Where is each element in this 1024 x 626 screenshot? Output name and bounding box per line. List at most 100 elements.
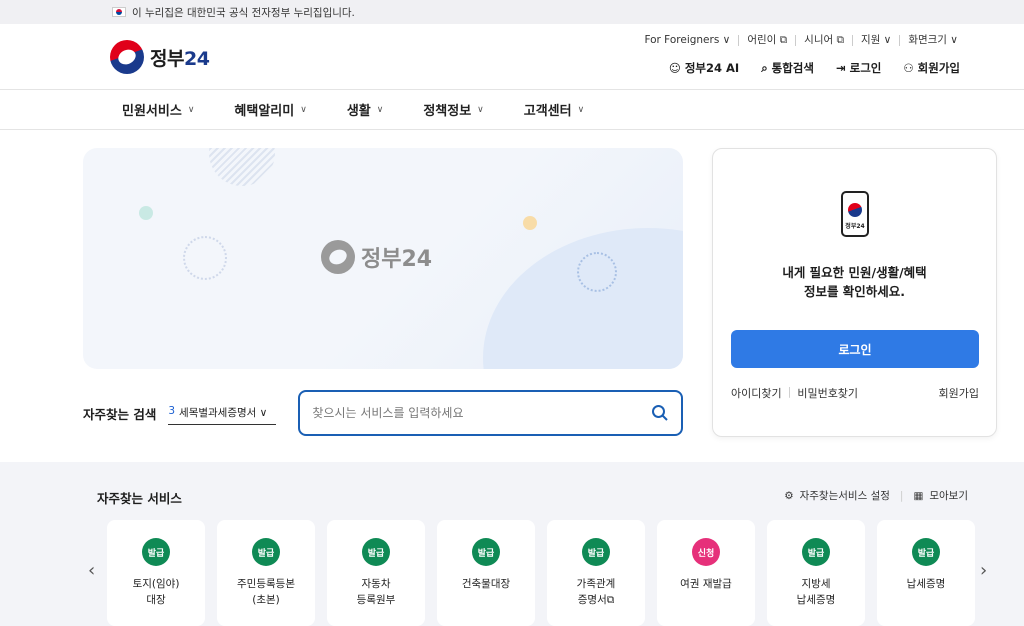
service-badge: 발급: [472, 538, 500, 566]
service-label: 지방세 납세증명: [796, 578, 836, 606]
service-label: 토지(임야) 대장: [132, 578, 180, 606]
util-senior[interactable]: 시니어 ⧉: [795, 35, 852, 46]
popular-search-select[interactable]: 3 세목별과세증명서 ∨: [168, 401, 277, 425]
prev-arrow-icon[interactable]: ‹: [88, 560, 95, 581]
login-message: 내게 필요한 민원/생활/혜택 정보를 확인하세요.: [713, 263, 996, 301]
hero-logo-text: 정부24: [361, 247, 433, 272]
login-label: 로그인: [849, 61, 882, 75]
utility-menu: For Foreigners ∨ 어린이 ⧉ 시니어 ⧉ 지원 ∨ 화면크기 ∨: [636, 35, 966, 46]
service-label: 납세증명: [906, 578, 946, 590]
chevron-down-icon: ∨: [376, 104, 384, 115]
search-icon[interactable]: [651, 404, 669, 422]
decorative-burst-icon: [183, 236, 227, 280]
chevron-down-icon: ∨: [300, 104, 307, 115]
nav-policy[interactable]: 정책정보 ∨: [423, 100, 483, 119]
favorite-settings-link[interactable]: 자주찾는서비스 설정: [800, 488, 890, 503]
find-id-link[interactable]: 아이디찾기: [731, 385, 782, 401]
favorite-services-list: 발급 토지(임야) 대장 발급 주민등록등본 (초본) 발급 자동차 등록원부 발급 건…: [107, 520, 975, 626]
decorative-stripe-icon: [209, 148, 275, 186]
service-badge: 발급: [582, 538, 610, 566]
gov24-logo-icon: [110, 40, 144, 74]
divider: |: [899, 489, 904, 502]
util-foreigners[interactable]: For Foreigners ∨: [636, 35, 738, 46]
search-box: [298, 390, 683, 436]
gov-notice-text: 이 누리집은 대한민국 공식 전자정부 누리집입니다.: [132, 6, 355, 19]
service-card[interactable]: 발급건축물대장: [437, 520, 535, 626]
nav-benefits[interactable]: 혜택알리미 ∨: [234, 100, 306, 119]
search-icon: ⌕: [761, 60, 768, 75]
service-badge: 발급: [802, 538, 830, 566]
favorite-services-title: 자주찾는 서비스: [97, 491, 182, 506]
service-badge: 발급: [362, 538, 390, 566]
phone-label: 정부24: [845, 223, 865, 230]
signup-link[interactable]: ⚇ 회원가입: [903, 60, 960, 76]
decorative-ring-icon: [577, 252, 617, 292]
login-icon: ⇥: [835, 61, 846, 75]
service-badge: 발급: [252, 538, 280, 566]
decorative-dot: [139, 206, 153, 220]
service-label: 주민등록등본 (초본): [237, 578, 295, 606]
service-label: 가족관계 증명서⧉: [576, 578, 616, 606]
popular-search-term: 세목별과세증명서 ∨: [179, 407, 268, 419]
popular-search-rank: 3: [168, 405, 176, 417]
hero-logo: 정부24: [321, 240, 432, 274]
login-help-links: 아이디찾기 | 비밀번호찾기 회원가입: [731, 385, 979, 401]
favorite-services-section: 자주찾는 서비스 ⚙ 자주찾는서비스 설정 | ▦ 모아보기 ‹ 발급 토지(임야…: [0, 462, 1024, 626]
divider: |: [787, 385, 792, 398]
gov-notice-bar: 이 누리집은 대한민국 공식 전자정부 누리집입니다.: [0, 0, 1024, 24]
ai-icon: ☺: [668, 61, 681, 75]
phone-icon: 정부24: [841, 191, 869, 237]
favorite-services-tools: ⚙ 자주찾는서비스 설정 | ▦ 모아보기: [784, 488, 968, 503]
search-section: 자주찾는 검색 3 세목별과세증명서 ∨: [83, 390, 683, 436]
find-password-link[interactable]: 비밀번호찾기: [797, 385, 858, 401]
signup-label: 회원가입: [917, 61, 960, 75]
search-input[interactable]: [312, 406, 651, 420]
nav-life[interactable]: 생활 ∨: [347, 100, 384, 119]
site-header: 정부24 For Foreigners ∨ 어린이 ⧉ 시니어 ⧉ 지원 ∨ 화…: [0, 24, 1024, 90]
next-arrow-icon[interactable]: ›: [980, 560, 987, 581]
login-message-line2: 정보를 확인하세요.: [803, 284, 906, 299]
login-link[interactable]: ⇥ 로그인: [836, 60, 881, 76]
user-add-icon: ⚇: [903, 61, 914, 75]
util-support[interactable]: 지원 ∨: [851, 35, 899, 46]
gov24-ai-link[interactable]: ☺ 정부24 AI: [669, 60, 739, 76]
popular-search-label: 자주찾는 검색: [83, 406, 157, 422]
gov24-logo-icon: [321, 240, 355, 274]
service-card[interactable]: 신청여권 재발급: [657, 520, 755, 626]
logo-text: 정부: [150, 47, 184, 70]
login-card: 정부24 내게 필요한 민원/생활/혜택 정보를 확인하세요. 로그인 아이디찾…: [712, 148, 997, 437]
nav-customer-center[interactable]: 고객센터 ∨: [524, 100, 584, 119]
service-card[interactable]: 발급자동차 등록원부: [327, 520, 425, 626]
login-button[interactable]: 로그인: [731, 330, 979, 368]
integrated-search-link[interactable]: ⌕ 통합검색: [761, 60, 814, 76]
decorative-wave: [483, 228, 683, 369]
signup-card-link[interactable]: 회원가입: [939, 385, 979, 401]
service-badge: 신청: [692, 538, 720, 566]
header-links: ☺ 정부24 AI ⌕ 통합검색 ⇥ 로그인 ⚇ 회원가입: [669, 60, 960, 76]
chevron-down-icon: ∨: [187, 104, 195, 115]
decorative-dot: [523, 216, 537, 230]
service-card[interactable]: 발급주민등록등본 (초본): [217, 520, 315, 626]
service-label: 건축물대장: [461, 578, 511, 590]
main-nav: 민원서비스 ∨ 혜택알리미 ∨ 생활 ∨ 정책정보 ∨ 고객센터 ∨: [0, 90, 1024, 130]
gov24-logo-icon: [848, 203, 862, 217]
service-label: 여권 재발급: [680, 578, 732, 590]
nav-civil-service[interactable]: 민원서비스 ∨: [122, 100, 194, 119]
util-font-size[interactable]: 화면크기 ∨: [899, 35, 966, 46]
service-card[interactable]: 발급 납세증명: [877, 520, 975, 626]
gear-icon: ⚙: [784, 489, 794, 502]
service-card[interactable]: 발급지방세 납세증명: [767, 520, 865, 626]
service-card[interactable]: 발급 토지(임야) 대장: [107, 520, 205, 626]
logo-number: 24: [183, 47, 210, 70]
integrated-search-label: 통합검색: [771, 61, 814, 75]
util-kids[interactable]: 어린이 ⧉: [738, 35, 795, 46]
service-card[interactable]: 발급가족관계 증명서⧉: [547, 520, 645, 626]
chevron-down-icon: ∨: [477, 104, 484, 115]
service-label: 자동차 등록원부: [356, 578, 396, 606]
hero-banner[interactable]: 정부24: [83, 148, 683, 369]
korea-flag-icon: [112, 7, 126, 17]
site-logo[interactable]: 정부24: [110, 40, 210, 74]
grid-icon: ▦: [913, 489, 924, 502]
view-all-link[interactable]: 모아보기: [929, 488, 968, 503]
chevron-down-icon: ∨: [577, 104, 585, 115]
